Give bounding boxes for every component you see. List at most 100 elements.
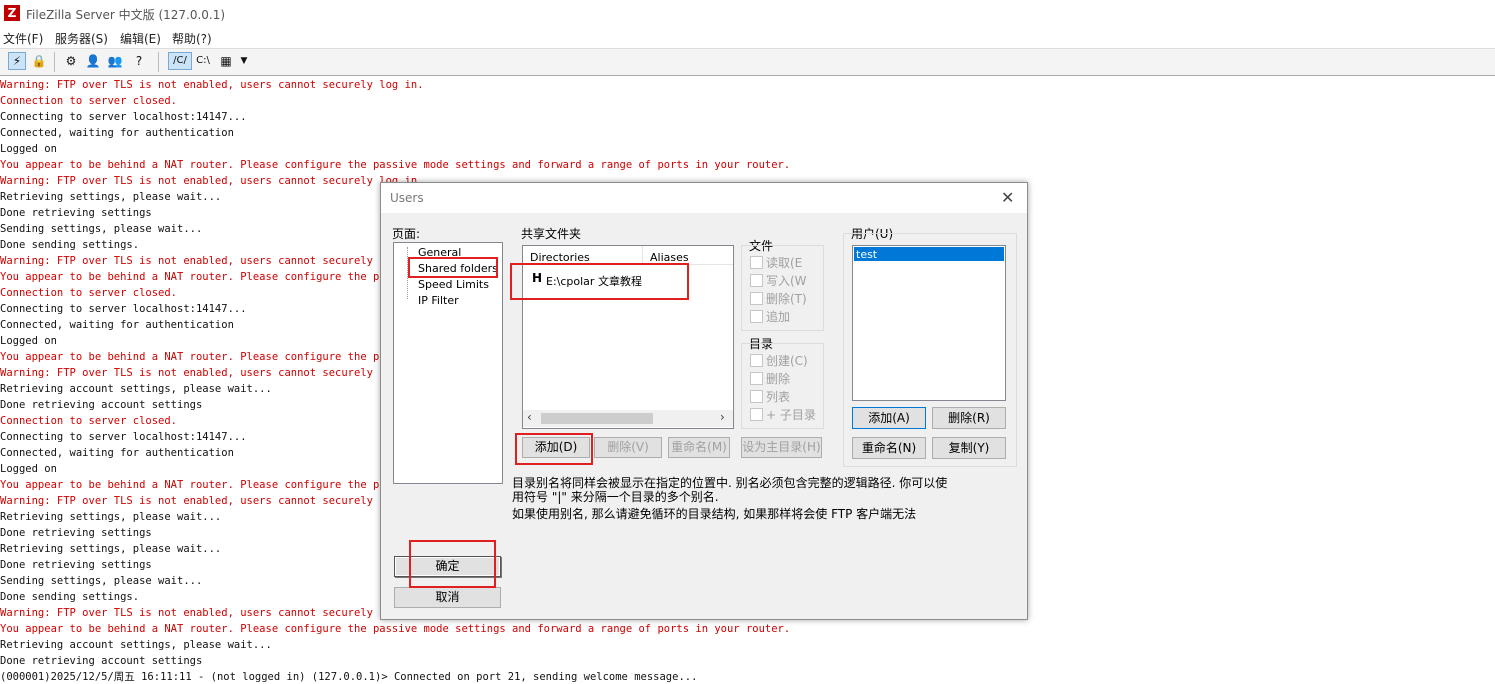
- horizontal-scrollbar[interactable]: ‹ ›: [523, 410, 733, 427]
- perm-list[interactable]: 列表: [750, 388, 790, 405]
- filezilla-app-icon: Z: [4, 5, 20, 21]
- perm-subdirs-label: + 子目录: [766, 408, 816, 422]
- toolbar: ⚡ 🔒 ⚙ 👤 👥 ? /C/ C:\ ▦ ▼: [0, 48, 1495, 76]
- grid-view-icon[interactable]: ▦: [217, 52, 235, 70]
- highlight-ok: [409, 540, 496, 588]
- perm-append[interactable]: 追加: [750, 308, 790, 325]
- menu-bar: 文件(F) 服务器(S) 编辑(E) 帮助(?): [0, 28, 1495, 48]
- column-divider: [642, 246, 643, 264]
- help-icon[interactable]: ?: [130, 52, 148, 70]
- users-icon[interactable]: 👤: [84, 52, 102, 70]
- window-titlebar: Z FileZilla Server 中文版 (127.0.0.1): [0, 0, 1495, 28]
- log-line: Done retrieving account settings: [0, 399, 203, 411]
- toolbar-separator: [158, 52, 159, 72]
- page-label: 页面:: [392, 227, 421, 241]
- user-name: test: [856, 248, 878, 261]
- perm-read-label: 读取(E: [766, 256, 803, 270]
- write-checkbox[interactable]: [750, 274, 763, 287]
- perm-write[interactable]: 写入(W: [750, 272, 807, 289]
- copy-user-button[interactable]: 复制(Y): [932, 437, 1006, 459]
- remove-user-button[interactable]: 删除(R): [932, 407, 1006, 429]
- log-line: Done sending settings.: [0, 591, 140, 603]
- log-line: Sending settings, please wait...: [0, 223, 203, 235]
- users-list[interactable]: test: [852, 245, 1006, 401]
- delete-checkbox[interactable]: [750, 292, 763, 305]
- dialog-titlebar: Users ✕: [381, 183, 1027, 213]
- log-line: Done sending settings.: [0, 239, 140, 251]
- log-line: You appear to be behind a NAT router. Pl…: [0, 159, 791, 171]
- log-line: Warning: FTP over TLS is not enabled, us…: [0, 607, 424, 619]
- scrollbar-thumb[interactable]: [541, 413, 653, 424]
- perm-dir-delete-label: 删除: [766, 372, 791, 386]
- create-checkbox[interactable]: [750, 354, 763, 367]
- perm-read[interactable]: 读取(E: [750, 254, 802, 271]
- perm-append-label: 追加: [766, 310, 791, 324]
- set-home-dir-button[interactable]: 设为主目录(H): [741, 437, 822, 458]
- perm-delete[interactable]: 删除(T): [750, 290, 807, 307]
- perm-delete-label: 删除(T): [766, 292, 807, 306]
- lightning-icon[interactable]: ⚡: [8, 52, 26, 70]
- toolbar-separator: [54, 52, 55, 72]
- close-icon[interactable]: ✕: [1001, 188, 1014, 207]
- groups-icon[interactable]: 👥: [106, 52, 124, 70]
- log-line: Retrieving account settings, please wait…: [0, 639, 272, 651]
- scroll-right-icon[interactable]: ›: [720, 410, 725, 424]
- cancel-button[interactable]: 取消: [394, 587, 501, 608]
- lock-icon[interactable]: 🔒: [30, 52, 48, 70]
- log-line: Retrieving settings, please wait...: [0, 543, 222, 555]
- log-line: Warning: FTP over TLS is not enabled, us…: [0, 175, 424, 187]
- perm-dir-delete[interactable]: 删除: [750, 370, 790, 387]
- rename-user-button[interactable]: 重命名(N): [852, 437, 926, 459]
- user-row-selected[interactable]: test: [854, 247, 1004, 261]
- chevron-down-icon[interactable]: ▼: [238, 52, 250, 70]
- log-line: Warning: FTP over TLS is not enabled, us…: [0, 255, 424, 267]
- log-line: Connecting to server localhost:14147...: [0, 303, 247, 315]
- users-dialog: Users ✕ 页面: General Shared folders Speed…: [380, 182, 1028, 620]
- log-line: You appear to be behind a NAT router. Pl…: [0, 623, 791, 635]
- scroll-left-icon[interactable]: ‹: [527, 410, 532, 424]
- rename-folder-button[interactable]: 重命名(M): [668, 437, 730, 458]
- dir-delete-checkbox[interactable]: [750, 372, 763, 385]
- log-line: Logged on: [0, 463, 57, 475]
- server-settings-icon[interactable]: ⚙: [62, 52, 80, 70]
- subdirs-checkbox[interactable]: [750, 408, 763, 421]
- menu-file[interactable]: 文件(F): [3, 30, 43, 47]
- log-line: Retrieving settings, please wait...: [0, 191, 222, 203]
- highlight-folder-entry: [510, 263, 689, 300]
- log-line: Done retrieving account settings: [0, 655, 203, 667]
- log-line: Logged on: [0, 143, 57, 155]
- append-checkbox[interactable]: [750, 310, 763, 323]
- log-line: Connecting to server localhost:14147...: [0, 111, 247, 123]
- perm-subdirs[interactable]: + 子目录: [750, 406, 816, 423]
- log-line: Sending settings, please wait...: [0, 575, 203, 587]
- perm-write-label: 写入(W: [766, 274, 807, 288]
- log-line: Retrieving account settings, please wait…: [0, 383, 272, 395]
- log-line: Connection to server closed.: [0, 415, 178, 427]
- add-user-button[interactable]: 添加(A): [852, 407, 926, 429]
- unix-path-toggle[interactable]: /C/: [168, 52, 192, 70]
- shared-folders-label: 共享文件夹: [521, 227, 582, 241]
- menu-edit[interactable]: 编辑(E): [120, 30, 161, 47]
- log-line: Warning: FTP over TLS is not enabled, us…: [0, 367, 424, 379]
- log-line: Done retrieving settings: [0, 207, 152, 219]
- log-line: Connection to server closed.: [0, 287, 178, 299]
- tree-item-speed-limits[interactable]: Speed Limits: [418, 278, 489, 291]
- menu-server[interactable]: 服务器(S): [55, 30, 108, 47]
- read-checkbox[interactable]: [750, 256, 763, 269]
- alias-note-line2: 用符号 "|" 来分隔一个目录的多个别名.: [512, 490, 719, 504]
- windows-path-toggle[interactable]: C:\: [193, 52, 213, 70]
- highlight-add-folder: [515, 433, 593, 465]
- log-line: Logged on: [0, 335, 57, 347]
- perm-list-label: 列表: [766, 390, 791, 404]
- log-line: Connecting to server localhost:14147...: [0, 431, 247, 443]
- perm-create[interactable]: 创建(C): [750, 352, 808, 369]
- remove-folder-button[interactable]: 删除(V): [594, 437, 662, 458]
- log-line: Connected, waiting for authentication: [0, 319, 234, 331]
- log-line: Done retrieving settings: [0, 527, 152, 539]
- list-checkbox[interactable]: [750, 390, 763, 403]
- log-line: Retrieving settings, please wait...: [0, 511, 222, 523]
- menu-help[interactable]: 帮助(?): [172, 30, 212, 47]
- files-permissions-group: 读取(E 写入(W 删除(T) 追加: [741, 245, 824, 331]
- window-title: FileZilla Server 中文版 (127.0.0.1): [26, 8, 226, 22]
- tree-item-ip-filter[interactable]: IP Filter: [418, 294, 459, 307]
